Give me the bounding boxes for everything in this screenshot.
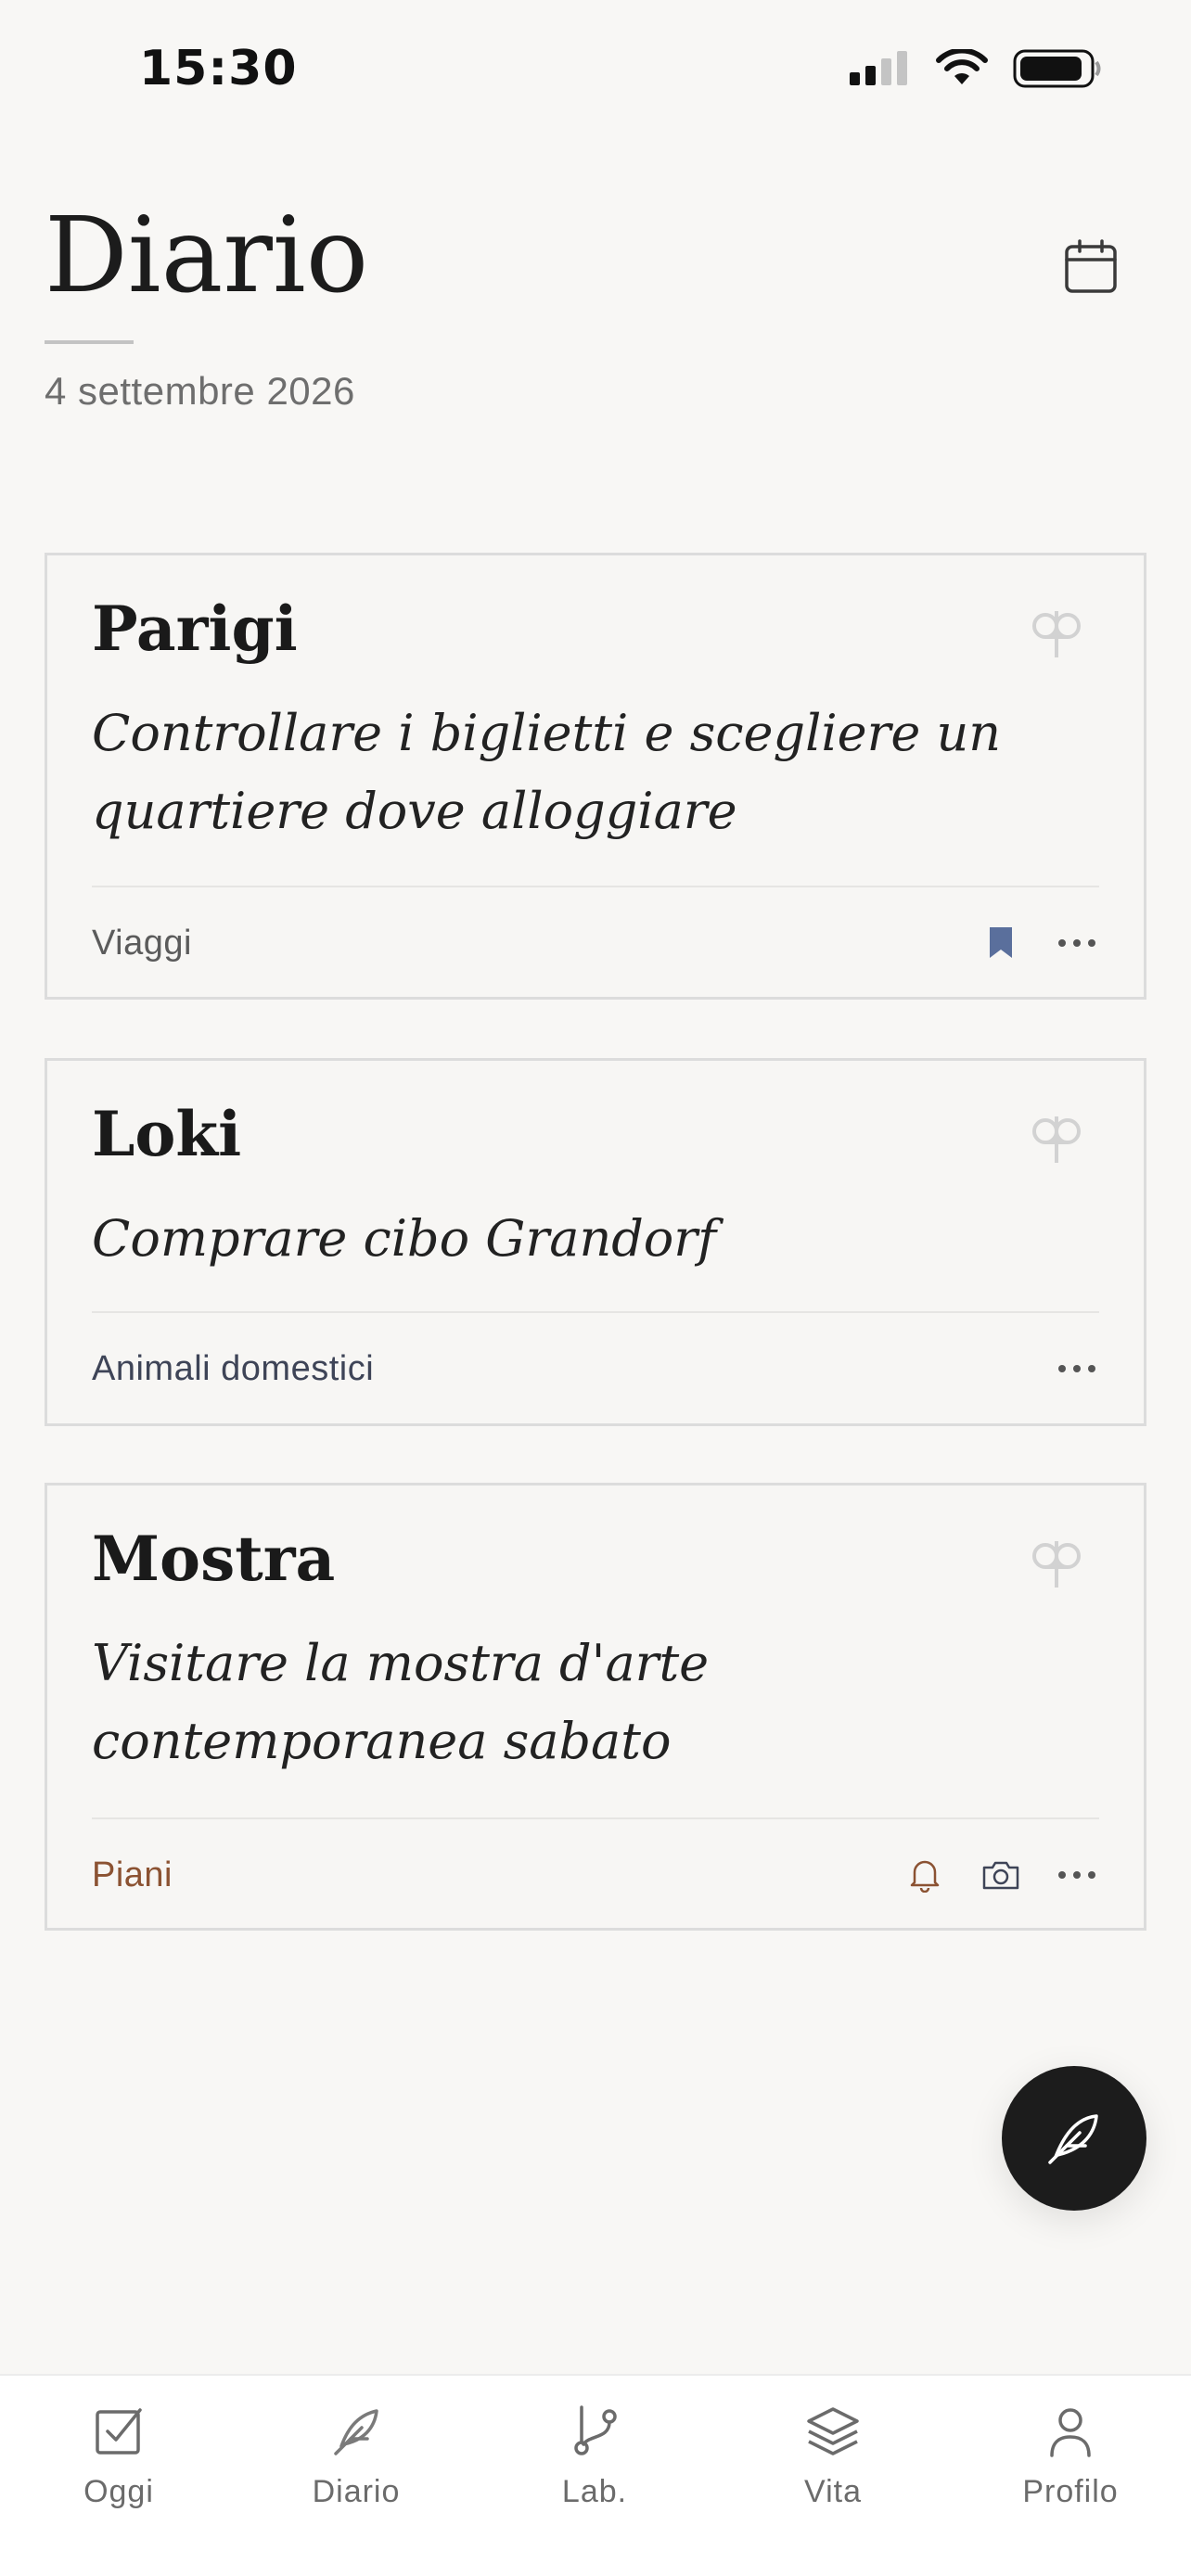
- ornament-icon: [1032, 1116, 1081, 1163]
- calendar-button[interactable]: [1061, 237, 1121, 297]
- tab-label: Diario: [312, 2474, 401, 2509]
- tab-label: Lab.: [561, 2474, 628, 2509]
- tab-vita[interactable]: Vita: [740, 2398, 926, 2537]
- status-icons: [848, 48, 1102, 89]
- card-actions: [1055, 1346, 1099, 1391]
- card-footer: Viaggi: [92, 915, 1099, 971]
- entry-title: Mostra: [92, 1523, 336, 1595]
- tab-label: Vita: [804, 2474, 862, 2509]
- entry-category[interactable]: Viaggi: [92, 924, 192, 963]
- calendar-icon: [1065, 239, 1117, 293]
- new-entry-button[interactable]: [1002, 2066, 1146, 2211]
- status-time: 15:30: [139, 41, 298, 96]
- branch-icon: [574, 2405, 617, 2455]
- entry-card[interactable]: Loki Comprare cibo Grandorf Animali dome…: [45, 1058, 1146, 1426]
- card-divider: [92, 1311, 1099, 1313]
- camera-icon: [982, 1861, 1019, 1890]
- entry-body: Controllare i biglietti e scegliere un q…: [92, 704, 1002, 840]
- tab-bar: Oggi Diario Lab. Vita Profilo: [0, 2374, 1191, 2576]
- card-actions: [979, 921, 1099, 965]
- ornament-icon: [1032, 611, 1081, 657]
- tab-oggi[interactable]: Oggi: [26, 2398, 211, 2537]
- tab-label: Oggi: [83, 2474, 154, 2509]
- card-actions: [903, 1853, 1099, 1897]
- entry-category[interactable]: Piani: [92, 1855, 173, 1895]
- card-footer: Animali domestici: [92, 1341, 1099, 1396]
- more-options-button[interactable]: [1055, 1853, 1099, 1897]
- tab-lab[interactable]: Lab.: [502, 2398, 687, 2537]
- card-divider: [92, 1817, 1099, 1819]
- bookmark-button[interactable]: [979, 921, 1023, 965]
- entry-card[interactable]: Mostra Visitare la mostra d'arte contemp…: [45, 1483, 1146, 1931]
- battery-icon: [1013, 49, 1101, 88]
- feather-pen-icon: [1048, 2114, 1098, 2164]
- wifi-icon: [936, 49, 988, 84]
- entry-category[interactable]: Animali domestici: [92, 1349, 374, 1389]
- bell-icon: [910, 1860, 940, 1893]
- tab-label: Profilo: [1022, 2474, 1119, 2509]
- tab-diario[interactable]: Diario: [263, 2398, 449, 2537]
- tab-profilo[interactable]: Profilo: [978, 2398, 1163, 2537]
- feather-icon: [334, 2409, 378, 2455]
- page-title: Diario: [45, 196, 369, 316]
- card-footer: Piani: [92, 1847, 1099, 1903]
- entry-title: Loki: [92, 1098, 242, 1170]
- more-horizontal-icon: [1058, 1365, 1095, 1372]
- entry-card[interactable]: Parigi Controllare i biglietti e sceglie…: [45, 553, 1146, 1000]
- layers-icon: [807, 2407, 859, 2455]
- status-bar: 15:30: [0, 0, 1191, 139]
- entry-title: Parigi: [92, 593, 298, 665]
- more-options-button[interactable]: [1055, 921, 1099, 965]
- more-options-button[interactable]: [1055, 1346, 1099, 1391]
- card-divider: [92, 886, 1099, 887]
- more-horizontal-icon: [1058, 939, 1095, 947]
- entry-body: Visitare la mostra d'arte contemporanea …: [92, 1634, 710, 1770]
- entry-body: Comprare cibo Grandorf: [92, 1209, 717, 1268]
- page-date: 4 settembre 2026: [45, 369, 355, 413]
- photo-button[interactable]: [979, 1853, 1023, 1897]
- checkbox-icon: [96, 2408, 142, 2455]
- cellular-signal-icon: [850, 51, 907, 85]
- reminder-button[interactable]: [903, 1853, 947, 1897]
- more-horizontal-icon: [1058, 1871, 1095, 1879]
- bookmark-icon: [990, 927, 1012, 958]
- person-icon: [1050, 2408, 1091, 2457]
- title-divider: [45, 340, 134, 344]
- ornament-icon: [1032, 1541, 1081, 1588]
